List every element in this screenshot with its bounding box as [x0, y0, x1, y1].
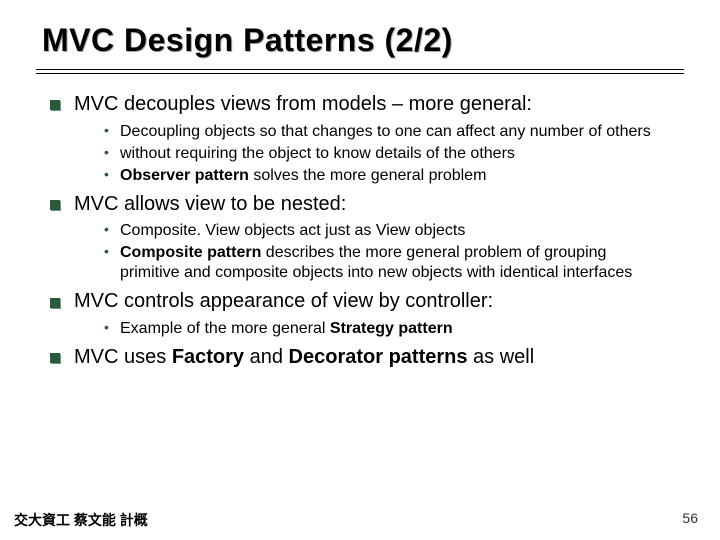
sub-list-item: Observer pattern solves the more general… [104, 166, 670, 186]
page-number: 56 [682, 510, 698, 526]
list-item: MVC allows view to be nested:Composite. … [50, 192, 670, 284]
sub-list: Example of the more general Strategy pat… [74, 319, 670, 339]
divider [36, 69, 684, 70]
sub-list-item: Example of the more general Strategy pat… [104, 319, 670, 339]
list-item: MVC uses Factory and Decorator patterns … [50, 345, 670, 371]
sub-list: Composite. View objects act just as View… [74, 221, 670, 283]
sub-list-item: Composite pattern describes the more gen… [104, 243, 670, 283]
bullet-list: MVC decouples views from models – more g… [50, 92, 670, 370]
sub-list-item: Composite. View objects act just as View… [104, 221, 670, 241]
sub-list: Decoupling objects so that changes to on… [74, 122, 670, 186]
slide-title: MVC Design Patterns (2/2) [0, 0, 720, 65]
divider [36, 73, 684, 74]
list-item: MVC decouples views from models – more g… [50, 92, 670, 186]
sub-list-item: Decoupling objects so that changes to on… [104, 122, 670, 142]
sub-list-item: without requiring the object to know det… [104, 144, 670, 164]
footer-left: 交大資工 蔡文能 計概 [14, 510, 148, 530]
list-item: MVC controls appearance of view by contr… [50, 289, 670, 339]
